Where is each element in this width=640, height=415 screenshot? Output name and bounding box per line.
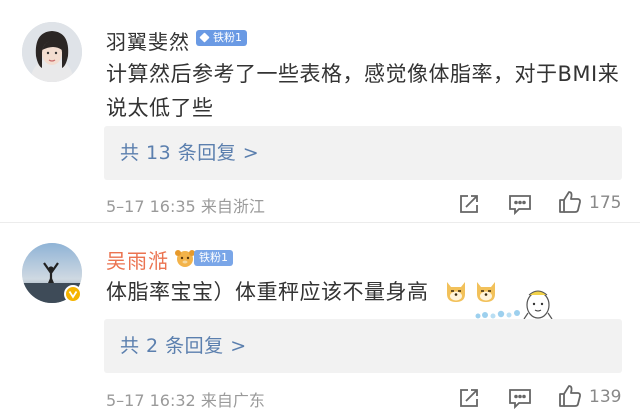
timestamp-location: 5–17 16:35 来自浙江 [106,197,265,216]
fan-badge[interactable]: 铁粉1 [196,30,247,46]
fan-badge-label: 铁粉1 [213,31,242,44]
like-count: 175 [589,193,622,213]
comment-icon[interactable] [507,191,533,217]
comment-text: 计算然后参考了一些表格，感觉像体脂率，对于BMI来说太低了些 [106,62,620,120]
share-icon[interactable] [456,191,482,217]
avatar[interactable] [22,22,82,82]
verified-badge-icon [64,285,82,303]
replies-link[interactable]: 共 13 条回复 > [104,126,622,180]
username[interactable]: 吴雨湉 [106,245,169,274]
username[interactable]: 羽翼斐然 [106,26,190,55]
replies-link[interactable]: 共 2 条回复 > [104,319,622,373]
like-icon[interactable] [557,383,583,409]
share-icon[interactable] [456,385,482,411]
like-count: 139 [589,387,622,407]
comment-item: 羽翼斐然 铁粉1 计算然后参考了一些表格，感觉像体脂率，对于BMI来说太低了些 … [0,0,640,222]
replies-label: 共 2 条回复 > [120,335,247,357]
comment-text-content: 体脂率宝宝）体重秤应该不量身高 [106,280,429,304]
comment-item: 吴雨湉 铁粉1 体脂率宝宝）体重秤应该不量身高 共 2 条回复 > 5–17 1… [0,223,640,415]
comment-text: 体脂率宝宝）体重秤应该不量身高 [106,275,446,309]
like-icon[interactable] [557,189,583,215]
comment-icon[interactable] [507,385,533,411]
fan-badge-label: 铁粉1 [199,251,228,264]
dog-emoji-icon [443,278,469,304]
fan-badge[interactable]: 铁粉1 [194,250,233,266]
timestamp-location: 5–17 16:32 来自广东 [106,391,265,410]
replies-label: 共 13 条回复 > [120,142,260,164]
diamond-icon [199,32,210,43]
fan-badge-icon [174,247,196,269]
